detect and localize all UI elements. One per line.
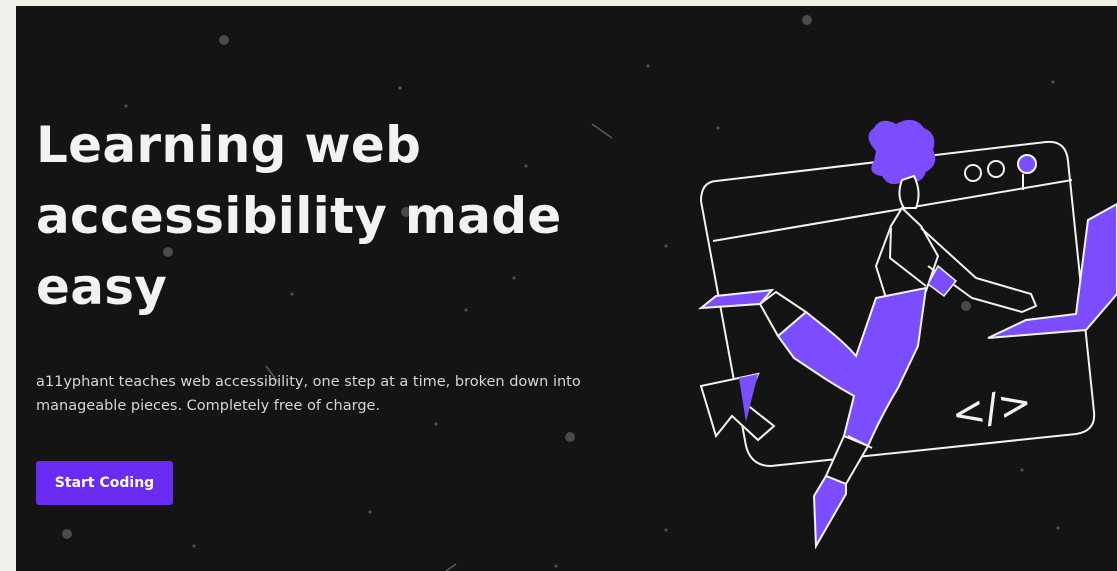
page-title-line-1: Learning web	[36, 116, 422, 174]
hero-subtitle: a11yphant teaches web accessibility, one…	[36, 374, 581, 414]
hero-illustration: </>	[697, 119, 1117, 550]
page-title-line-3: easy	[36, 258, 168, 316]
page-title: Learning web accessibility made easy	[36, 110, 656, 323]
person-figure	[697, 119, 1038, 550]
code-icon: </>	[948, 379, 1035, 438]
cursor-arrow-icon	[699, 372, 776, 442]
hero-section: Learning web accessibility made easy a11…	[16, 6, 1117, 571]
laptop-icon	[987, 202, 1117, 339]
page-title-line-2: accessibility made	[36, 187, 562, 245]
start-coding-button[interactable]: Start Coding	[36, 461, 173, 505]
